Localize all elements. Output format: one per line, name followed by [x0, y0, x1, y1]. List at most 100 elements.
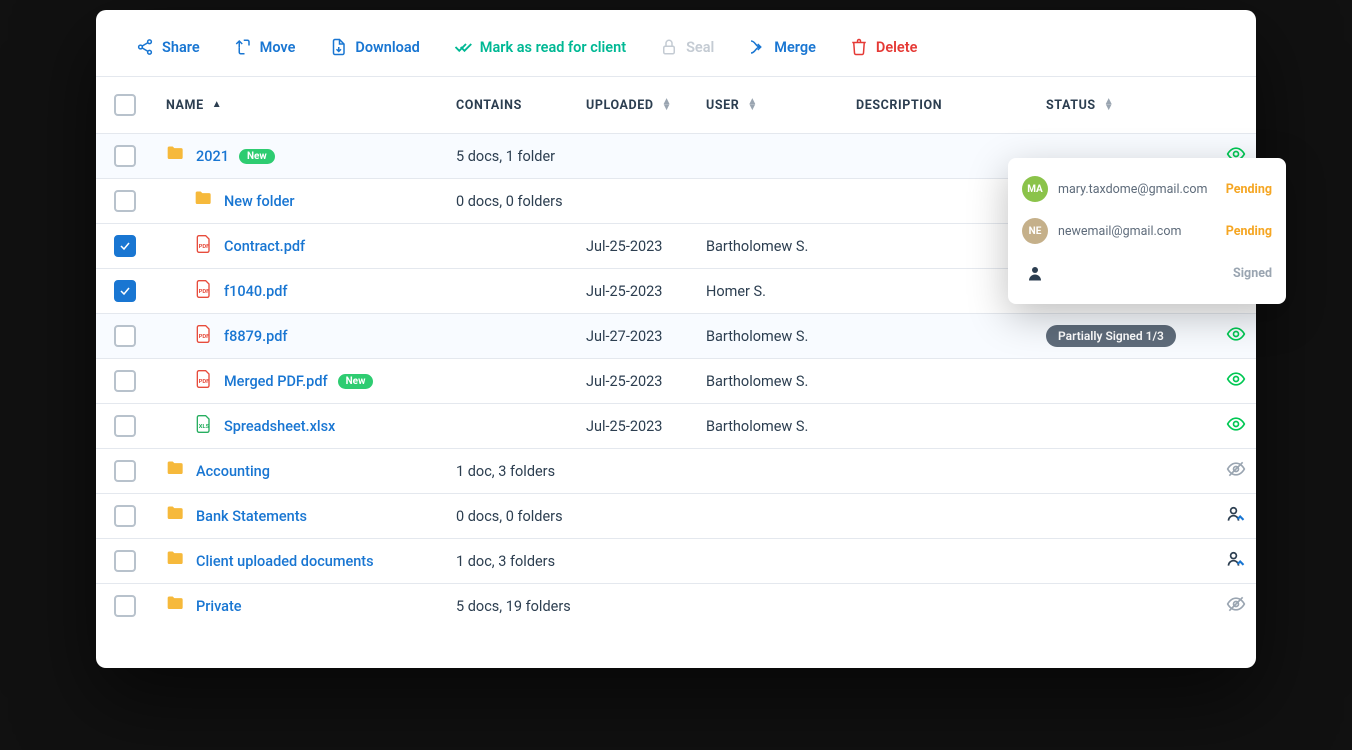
- table-row[interactable]: Private 5 docs, 19 folders: [96, 583, 1256, 628]
- popover-status: Pending: [1226, 182, 1272, 197]
- sign-icon[interactable]: [1226, 549, 1246, 573]
- folder-icon: [194, 189, 214, 213]
- seal-icon: [660, 38, 678, 56]
- avatar: [1022, 260, 1048, 286]
- download-label: Download: [355, 39, 419, 56]
- header-contains: CONTAINS: [456, 98, 586, 113]
- check-all-icon: [454, 38, 472, 56]
- row-checkbox[interactable]: [114, 415, 136, 437]
- mark-read-button[interactable]: Mark as read for client: [454, 38, 626, 56]
- user-cell: Homer S.: [706, 283, 856, 300]
- popover-email: newemail@gmail.com: [1058, 224, 1216, 239]
- select-all-checkbox[interactable]: [114, 94, 136, 116]
- documents-panel: Share Move Download Mark as read for cli…: [96, 10, 1256, 668]
- item-name[interactable]: 2021: [196, 148, 229, 165]
- user-cell: Bartholomew S.: [706, 418, 856, 435]
- item-name[interactable]: Bank Statements: [196, 508, 307, 525]
- folder-icon: [166, 459, 186, 483]
- uploaded-cell: Jul-25-2023: [586, 418, 706, 435]
- table-row[interactable]: Bank Statements0 docs, 0 folders: [96, 493, 1256, 538]
- avatar: NE: [1022, 218, 1048, 244]
- popover-status: Pending: [1226, 224, 1272, 239]
- header-status[interactable]: STATUS▲▼: [1046, 98, 1206, 113]
- toolbar: Share Move Download Mark as read for cli…: [96, 34, 1256, 76]
- eye-green-icon[interactable]: [1226, 369, 1246, 393]
- table-header: NAME▲ CONTAINS UPLOADED▲▼ USER▲▼ DESCRIP…: [96, 76, 1256, 133]
- item-name[interactable]: Private: [196, 598, 242, 615]
- row-checkbox[interactable]: [114, 145, 136, 167]
- download-button[interactable]: Download: [329, 38, 419, 56]
- row-checkbox[interactable]: [114, 595, 136, 617]
- eye-green-icon[interactable]: [1226, 414, 1246, 438]
- eye-green-icon[interactable]: [1226, 324, 1246, 348]
- folder-icon: [166, 504, 186, 528]
- pdf-icon: [194, 324, 214, 348]
- status-pill[interactable]: Partially Signed 1/3: [1046, 325, 1176, 347]
- row-checkbox[interactable]: [114, 190, 136, 212]
- folder-icon: [166, 144, 186, 168]
- popover-email: mary.taxdome@gmail.com: [1058, 182, 1216, 197]
- table-row[interactable]: Merged PDF.pdfNewJul-25-2023Bartholomew …: [96, 358, 1256, 403]
- status-cell: Partially Signed 1/3: [1046, 325, 1206, 347]
- uploaded-cell: Jul-27-2023: [586, 328, 706, 345]
- row-checkbox[interactable]: [114, 280, 136, 302]
- merge-icon: [748, 38, 766, 56]
- merge-label: Merge: [774, 39, 816, 56]
- table-row[interactable]: Spreadsheet.xlsx Jul-25-2023Bartholomew S…: [96, 403, 1256, 448]
- contains-cell: 5 docs, 19 folders: [456, 598, 586, 615]
- item-name[interactable]: Contract.pdf: [224, 238, 305, 255]
- item-name[interactable]: f1040.pdf: [224, 283, 288, 300]
- pdf-icon: [194, 279, 214, 303]
- item-name[interactable]: Merged PDF.pdf: [224, 373, 328, 390]
- share-icon: [136, 38, 154, 56]
- contains-cell: 1 doc, 3 folders: [456, 553, 586, 570]
- share-label: Share: [162, 39, 200, 56]
- merge-button[interactable]: Merge: [748, 38, 816, 56]
- download-icon: [329, 38, 347, 56]
- seal-label: Seal: [686, 39, 714, 56]
- popover-row: MA mary.taxdome@gmail.com Pending: [1022, 168, 1272, 210]
- eye-off-icon[interactable]: [1226, 594, 1246, 618]
- avatar: MA: [1022, 176, 1048, 202]
- move-button[interactable]: Move: [234, 38, 296, 56]
- row-checkbox[interactable]: [114, 460, 136, 482]
- contains-cell: 1 doc, 3 folders: [456, 463, 586, 480]
- header-uploaded[interactable]: UPLOADED▲▼: [586, 98, 706, 113]
- sign-icon[interactable]: [1226, 504, 1246, 528]
- uploaded-cell: Jul-25-2023: [586, 283, 706, 300]
- row-checkbox[interactable]: [114, 550, 136, 572]
- pdf-icon: [194, 234, 214, 258]
- item-name[interactable]: New folder: [224, 193, 295, 210]
- row-checkbox[interactable]: [114, 325, 136, 347]
- pdf-icon: [194, 369, 214, 393]
- table-row[interactable]: Accounting 1 doc, 3 folders: [96, 448, 1256, 493]
- eye-off-icon[interactable]: [1226, 459, 1246, 483]
- item-name[interactable]: f8879.pdf: [224, 328, 288, 345]
- delete-label: Delete: [876, 39, 918, 56]
- item-name[interactable]: Client uploaded documents: [196, 553, 374, 570]
- signature-status-popover: MA mary.taxdome@gmail.com Pending NE newemai…: [1008, 158, 1286, 304]
- share-button[interactable]: Share: [136, 38, 200, 56]
- table-row[interactable]: Client uploaded documents 1 doc, 3 folder…: [96, 538, 1256, 583]
- popover-row: NE newemail@gmail.com Pending: [1022, 210, 1272, 252]
- user-cell: Bartholomew S.: [706, 373, 856, 390]
- row-checkbox[interactable]: [114, 235, 136, 257]
- header-user[interactable]: USER▲▼: [706, 98, 856, 113]
- uploaded-cell: Jul-25-2023: [586, 238, 706, 255]
- user-cell: Bartholomew S.: [706, 328, 856, 345]
- move-icon: [234, 38, 252, 56]
- row-checkbox[interactable]: [114, 370, 136, 392]
- item-name[interactable]: Spreadsheet.xlsx: [224, 418, 335, 435]
- folder-icon: [166, 594, 186, 618]
- new-badge: New: [338, 374, 374, 389]
- delete-button[interactable]: Delete: [850, 38, 918, 56]
- popover-status: Signed: [1233, 266, 1272, 281]
- contains-cell: 0 docs, 0 folders: [456, 193, 586, 210]
- table-row[interactable]: f8879.pdf Jul-27-2023Bartholomew S. Partia…: [96, 313, 1256, 358]
- xls-icon: [194, 414, 214, 438]
- item-name[interactable]: Accounting: [196, 463, 270, 480]
- trash-icon: [850, 38, 868, 56]
- header-name[interactable]: NAME▲: [166, 98, 456, 113]
- row-checkbox[interactable]: [114, 505, 136, 527]
- folder-icon: [166, 549, 186, 573]
